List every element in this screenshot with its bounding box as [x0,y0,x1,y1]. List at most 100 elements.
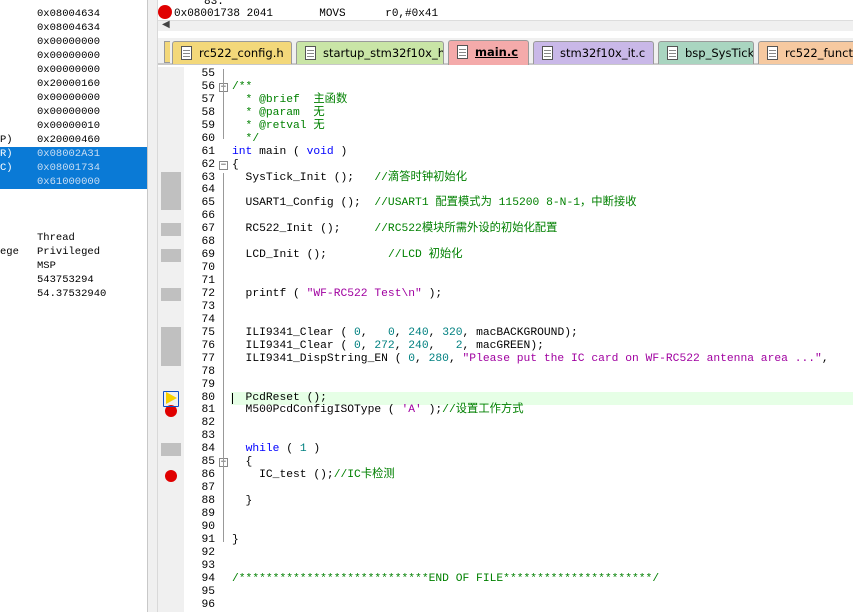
code-line[interactable]: 89 [158,508,853,521]
code-token: PcdReset (); [232,391,327,404]
code-line[interactable]: 58 * @param 无 [158,107,853,120]
code-line[interactable]: 64 [158,184,853,197]
text-caret [232,392,233,404]
code-line[interactable]: 79 [158,379,853,392]
code-line[interactable]: 84 while ( 1 ) [158,443,853,456]
tab-rc522-config-h[interactable]: rc522_config.h [172,41,292,64]
code-line[interactable]: 76 ILI9341_Clear ( 0, 272, 240, 2, macGR… [158,340,853,353]
internal-state-row[interactable]: Thread [0,231,147,245]
code-line[interactable]: 69 LCD_Init (); //LCD 初始化 [158,249,853,262]
register-row[interactable]: 0x20000160 [0,77,147,91]
code-line[interactable]: 71 [158,275,853,288]
code-text: * @retval 无 [232,120,325,133]
code-line[interactable]: 94 /****************************END OF FI… [158,573,853,586]
register-row[interactable]: 0x00000000 [0,91,147,105]
code-line[interactable]: 56−/** [158,81,853,94]
code-line[interactable]: 62−{ [158,159,853,172]
code-text: USART1_Config (); //USART1 配置模式为 115200 … [232,197,637,210]
file-icon [667,46,678,60]
register-value: 0x00000000 [37,64,101,76]
disassembly-scrollbar[interactable]: ◀ [158,19,853,31]
code-line[interactable]: 78 [158,366,853,379]
code-token: , [394,339,409,352]
internal-state-row[interactable]: MSP [0,259,147,273]
code-line[interactable]: 80 PcdReset (); [158,392,853,405]
tab-bsp-systick-c[interactable]: bsp_SysTick.c [658,41,754,64]
breakpoint-icon[interactable] [158,5,172,19]
register-row[interactable]: 0x08004634 [0,21,147,35]
register-row[interactable]: C) 0x08001734 [0,161,147,175]
register-row[interactable]: R) 0x08002A31 [0,147,147,161]
code-line[interactable]: 65 USART1_Config (); //USART1 配置模式为 1152… [158,197,853,210]
code-number: 2 [455,339,463,352]
tab-rc522-functio[interactable]: rc522_functio [758,41,853,64]
code-number: 320 [442,326,463,339]
code-line[interactable]: 60 */ [158,133,853,146]
tab-main-c[interactable]: main.c [448,40,529,65]
code-line[interactable]: 93 [158,560,853,573]
code-coverage-mark [161,326,181,353]
execution-pointer-icon [163,391,179,407]
tab-label: rc522_functio [785,46,853,60]
code-line[interactable]: 70 [158,262,853,275]
code-line[interactable]: 75 ILI9341_Clear ( 0, 0, 240, 320, macBA… [158,327,853,340]
code-line[interactable]: 95 [158,586,853,599]
code-line[interactable]: 72 printf ( "WF-RC522 Test\n" ); [158,288,853,301]
code-line[interactable]: 83 [158,430,853,443]
register-row[interactable]: 0x00000000 [0,35,147,49]
line-number: 93 [201,559,215,572]
code-line[interactable]: 59 * @retval 无 [158,120,853,133]
tab-startup-stm32f10x-hd-s[interactable]: startup_stm32f10x_hd.s [296,41,444,64]
code-line[interactable]: 61 int main ( void ) [158,146,853,159]
register-row[interactable]: 0x61000000 [0,175,147,189]
tab-stm32f10x-it-c[interactable]: stm32f10x_it.c [533,41,654,64]
line-number: 56 [201,80,215,93]
code-token: main ( [252,145,307,158]
code-line[interactable]: 74 [158,314,853,327]
code-line[interactable]: 92 [158,547,853,560]
code-line[interactable]: 96 [158,599,853,612]
internal-state-row[interactable]: 54.37532940 [0,287,147,301]
code-line[interactable]: 77 ILI9341_DispString_EN ( 0, 280, "Plea… [158,353,853,366]
code-line[interactable]: 81 M500PcdConfigISOType ( 'A' );//设置工作方式 [158,404,853,417]
register-row[interactable]: P) 0x20000460 [0,133,147,147]
code-line[interactable]: 82 [158,417,853,430]
fold-toggle-icon[interactable]: − [219,160,228,170]
code-coverage-mark [161,171,181,198]
line-number: 71 [201,275,215,288]
code-token: } [232,533,239,546]
code-line[interactable]: 86 IC_test ();//IC卡检测 [158,469,853,482]
code-line[interactable]: 55 [158,68,853,81]
code-number: 1 [299,443,307,456]
code-line[interactable]: 57 * @brief 主函数 [158,94,853,107]
register-row[interactable]: 0x08004634 [0,7,147,21]
line-number: 96 [201,598,215,611]
code-line[interactable]: 66 [158,210,853,223]
internal-state-value: 54.37532940 [37,288,107,300]
line-number: 73 [201,300,215,313]
code-line[interactable]: 68 [158,236,853,249]
breakpoint-icon[interactable] [165,469,177,482]
code-string: "WF-RC522 Test\n" [306,287,422,300]
register-row[interactable]: 0x00000000 [0,105,147,119]
register-row[interactable]: 0x00000000 [0,49,147,63]
code-number: 0 [387,326,395,339]
scroll-left-icon[interactable]: ◀ [162,19,170,30]
register-row[interactable]: 0x00000010 [0,119,147,133]
internal-state-row[interactable]: ege Privileged [0,245,147,259]
code-token: , [428,326,443,339]
internal-state-row[interactable]: 543753294 [0,273,147,287]
line-number: 68 [201,236,215,249]
code-line[interactable]: 67 RC522_Init (); //RC522模块所需外设的初始化配置 [158,223,853,236]
code-line[interactable]: 90 [158,521,853,534]
panel-splitter[interactable] [147,0,158,612]
code-editor[interactable]: 5556−/**57 * @brief 主函数58 * @param 无59 *… [158,67,853,612]
code-line[interactable]: 73 [158,301,853,314]
code-line[interactable]: 85− { [158,456,853,469]
register-row[interactable]: 0x00000000 [0,63,147,77]
code-line[interactable]: 91} [158,534,853,547]
code-token: , [448,352,463,365]
code-line[interactable]: 87 [158,482,853,495]
code-line[interactable]: 63 SysTick_Init (); //滴答时钟初始化 [158,172,853,185]
code-line[interactable]: 88 } [158,495,853,508]
